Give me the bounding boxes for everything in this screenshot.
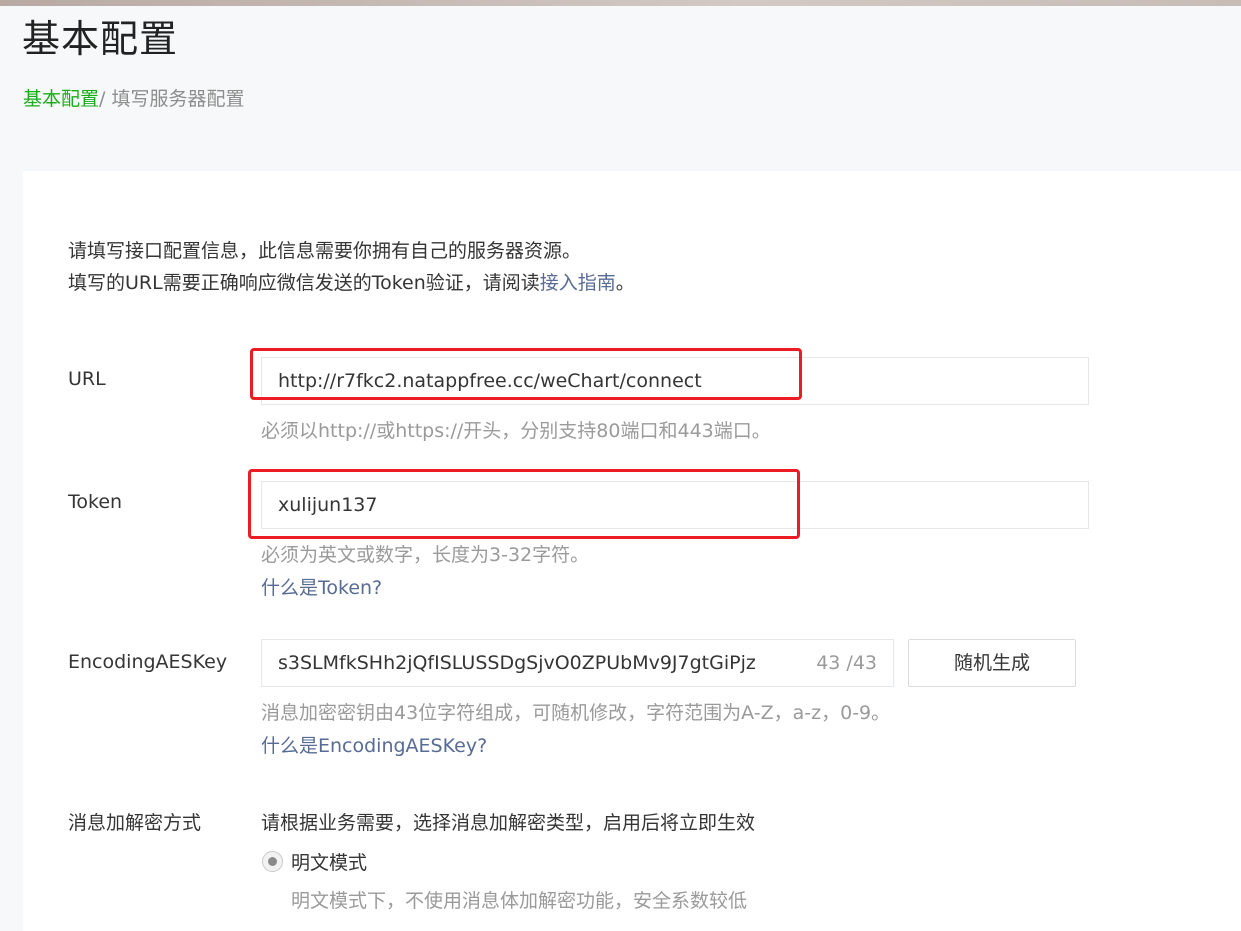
intro-line-2-suffix: 。 [615,272,635,294]
aes-key-hint: 消息加密密钥由43位字符组成，可随机修改，字符范围为A-Z，a-z，0-9。 [261,702,891,724]
what-is-aes-key-link[interactable]: 什么是EncodingAESKey? [261,731,487,758]
page-title: 基本配置 [22,17,179,61]
access-guide-link[interactable]: 接入指南 [540,272,616,294]
breadcrumb-separator: / [99,88,112,110]
aes-key-input[interactable]: s3SLMfkSHh2jQfISLUSSDgSjvO0ZPUbMv9J7gtGi… [261,639,894,687]
plaintext-mode-radio[interactable] [262,851,283,872]
intro-text: 请填写接口配置信息，此信息需要你拥有自己的服务器资源。 填写的URL需要正确响应… [68,235,635,299]
aes-key-value: s3SLMfkSHh2jQfISLUSSDgSjvO0ZPUbMv9J7gtGi… [278,652,756,674]
url-label: URL [68,368,106,390]
url-highlight-annotation [250,348,802,400]
token-hint: 必须为英文或数字，长度为3-32字符。 [261,544,590,566]
aes-key-counter: 43 /43 [816,652,877,674]
intro-line-2-prefix: 填写的URL需要正确响应微信发送的Token验证，请阅读 [68,272,540,294]
url-hint: 必须以http://或https://开头，分别支持80端口和443端口。 [261,420,771,442]
token-label: Token [68,491,123,513]
intro-line-2: 填写的URL需要正确响应微信发送的Token验证，请阅读接入指南。 [68,267,635,299]
plaintext-mode-hint: 明文模式下，不使用消息体加解密功能，安全系数较低 [291,890,748,912]
aes-key-label: EncodingAESKey [68,651,228,673]
random-generate-button[interactable]: 随机生成 [908,639,1076,687]
token-highlight-annotation [248,469,800,539]
intro-line-1: 请填写接口配置信息，此信息需要你拥有自己的服务器资源。 [68,240,582,262]
breadcrumb-root-link[interactable]: 基本配置 [23,88,99,110]
encryption-mode-label: 消息加解密方式 [68,812,202,834]
breadcrumb-current: 填写服务器配置 [111,88,245,110]
top-strip [0,0,1241,6]
plaintext-mode-label[interactable]: 明文模式 [291,848,367,875]
breadcrumb: 基本配置/ 填写服务器配置 [23,84,244,111]
what-is-token-link[interactable]: 什么是Token? [261,573,382,600]
encryption-mode-description: 请根据业务需要，选择消息加解密类型，启用后将立即生效 [261,812,756,834]
